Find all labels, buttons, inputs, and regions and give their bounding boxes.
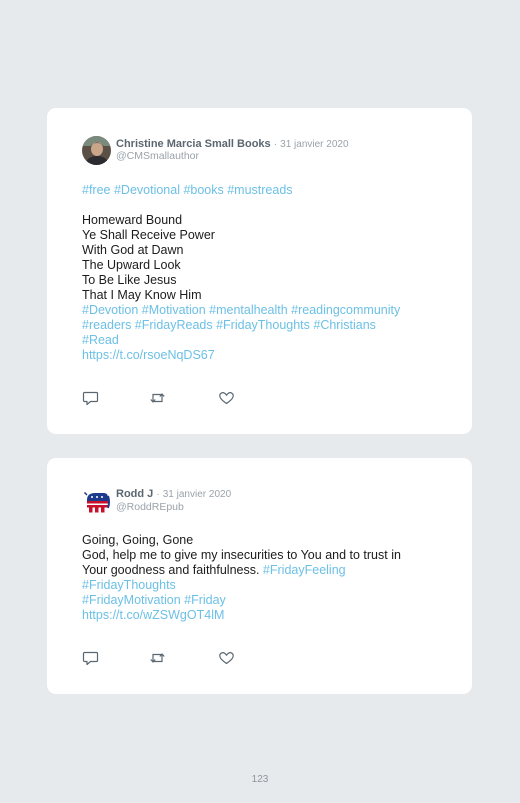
- tweet-date[interactable]: 31 janvier 2020: [280, 139, 348, 150]
- author-name[interactable]: Christine Marcia Small Books: [116, 138, 271, 150]
- tweet-card: Christine Marcia Small Books · 31 janvie…: [47, 108, 472, 434]
- hashtags-line[interactable]: #Read: [82, 333, 442, 348]
- retweet-icon: [150, 653, 165, 663]
- like-button[interactable]: [218, 390, 235, 406]
- reply-button[interactable]: [82, 650, 99, 666]
- hashtags-line[interactable]: #Devotion #Motivation #mentalhealth #rea…: [82, 303, 442, 318]
- text-line: To Be Like Jesus: [82, 273, 177, 287]
- separator: ·: [156, 489, 160, 500]
- text-line: The Upward Look: [82, 258, 181, 272]
- text-line: Homeward Bound: [82, 213, 183, 227]
- hashtags-line[interactable]: #free #Devotional #books #mustreads: [82, 183, 442, 198]
- tweet-link[interactable]: https://t.co/rsoeNqDS67: [82, 348, 442, 363]
- like-icon: [219, 392, 234, 405]
- tweet-actions: [82, 650, 282, 666]
- author-photo-icon: [82, 136, 111, 165]
- reply-icon: [82, 391, 99, 406]
- text-line: Ye Shall Receive Power: [82, 228, 215, 242]
- tweet-date[interactable]: 31 janvier 2020: [163, 489, 231, 500]
- text-line: That I May Know Him: [82, 288, 202, 302]
- like-icon: [219, 652, 234, 665]
- text-line: Your goodness and faithfulness. #FridayF…: [82, 563, 442, 578]
- author-avatar[interactable]: [82, 136, 111, 165]
- retweet-button[interactable]: [149, 390, 166, 406]
- retweet-button[interactable]: [149, 650, 166, 666]
- author-avatar[interactable]: [82, 486, 111, 515]
- republican-elephant-icon: [82, 486, 111, 515]
- tweet-actions: [82, 390, 282, 406]
- like-button[interactable]: [218, 650, 235, 666]
- hashtags-line[interactable]: #FridayMotivation #Friday: [82, 593, 442, 608]
- hashtag[interactable]: #FridayFeeling: [263, 563, 346, 577]
- hashtags-line[interactable]: #readers #FridayReads #FridayThoughts #C…: [82, 318, 442, 333]
- text-line: Going, Going, Gone: [82, 533, 194, 547]
- text-line: God, help me to give my insecurities to …: [82, 548, 401, 562]
- tweet-card: Rodd J · 31 janvier 2020 @RoddREpub Goin…: [47, 458, 472, 694]
- page-number: 123: [251, 774, 269, 785]
- separator: ·: [273, 139, 278, 150]
- tweet-link[interactable]: https://t.co/wZSWgOT4lM: [82, 608, 442, 623]
- reply-button[interactable]: [82, 390, 99, 406]
- text-line: With God at Dawn: [82, 243, 184, 257]
- hashtags-line[interactable]: #FridayThoughts: [82, 578, 442, 593]
- tweet-body: Going, Going, Gone God, help me to give …: [82, 533, 442, 623]
- author-line: Rodd J · 31 janvier 2020: [116, 488, 231, 501]
- reply-icon: [82, 651, 99, 666]
- author-name[interactable]: Rodd J: [116, 488, 153, 500]
- text-fragment: Your goodness and faithfulness.: [82, 563, 263, 577]
- tweet-body: #free #Devotional #books #mustreads Home…: [82, 183, 442, 363]
- author-handle[interactable]: @RoddREpub: [116, 501, 184, 514]
- retweet-icon: [150, 393, 165, 403]
- author-handle[interactable]: @CMSmallauthor: [116, 150, 199, 163]
